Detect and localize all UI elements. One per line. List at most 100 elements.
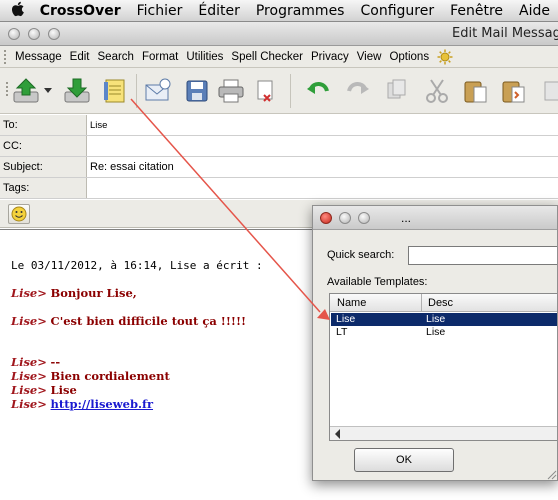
- close-window-button[interactable]: [8, 28, 20, 40]
- template-desc: Lise: [426, 313, 446, 325]
- scissors-icon: [426, 79, 448, 103]
- horizontal-scrollbar[interactable]: [330, 426, 557, 440]
- menu-spell-checker[interactable]: Spell Checker: [227, 51, 307, 63]
- template-name: Lise: [336, 313, 356, 325]
- redo-button[interactable]: [340, 74, 374, 108]
- undo-button[interactable]: [302, 74, 336, 108]
- emoticon-button[interactable]: [8, 204, 30, 224]
- quote-prefix: Lise>: [11, 397, 47, 411]
- menu-view[interactable]: View: [353, 51, 386, 63]
- to-row: To: Lise: [0, 115, 558, 136]
- clipboard-quote-icon: [502, 81, 525, 103]
- paste-quote-button[interactable]: [496, 74, 530, 108]
- template-row[interactable]: LT Lise: [331, 326, 557, 339]
- column-divider[interactable]: [421, 294, 422, 312]
- window-titlebar: Edit Mail Message: [0, 22, 558, 46]
- paste-button[interactable]: [458, 74, 492, 108]
- floppy-disk-icon: [186, 80, 208, 102]
- clipboard-icon: [464, 81, 487, 103]
- minimize-window-button[interactable]: [28, 28, 40, 40]
- resize-grip-icon: [547, 470, 557, 480]
- quick-search-label: Quick search:: [327, 249, 395, 261]
- menu-edit[interactable]: Edit: [66, 51, 94, 63]
- apple-menu-icon[interactable]: [8, 1, 28, 21]
- upload-tray-icon: [13, 78, 39, 103]
- quote-prefix: Lise>: [11, 314, 47, 328]
- menu-privacy[interactable]: Privacy: [307, 51, 353, 63]
- delete-attachment-button[interactable]: [249, 74, 283, 108]
- menu-editer[interactable]: Éditer: [190, 3, 247, 19]
- dialog-close-button[interactable]: [320, 212, 332, 224]
- signature-link[interactable]: http://liseweb.fr: [51, 397, 153, 411]
- print-button[interactable]: [214, 74, 248, 108]
- menu-grip-handle[interactable]: [4, 49, 8, 64]
- subject-field[interactable]: Re: essai citation: [90, 161, 174, 173]
- app-menu-crossover[interactable]: CrossOver: [32, 3, 129, 19]
- cut-button[interactable]: [420, 74, 454, 108]
- column-header-name[interactable]: Name: [337, 297, 366, 309]
- dialog-zoom-button[interactable]: [358, 212, 370, 224]
- templates-button[interactable]: [98, 74, 132, 108]
- quoted-line: Lise> --: [11, 355, 60, 369]
- menu-search[interactable]: Search: [94, 51, 138, 63]
- menu-options[interactable]: Options: [385, 51, 433, 63]
- scroll-left-icon: [335, 429, 340, 439]
- menu-message[interactable]: Message: [11, 51, 66, 63]
- quoted-line: Lise> Bonjour Lise,: [11, 286, 137, 300]
- app-menu-bar: Message Edit Search Format Utilities Spe…: [0, 46, 558, 68]
- column-header-desc[interactable]: Desc: [428, 297, 453, 309]
- printer-icon: [218, 79, 244, 103]
- menu-programmes[interactable]: Programmes: [248, 3, 353, 19]
- send-upload-button[interactable]: [9, 74, 43, 108]
- templates-dialog: ... Quick search: Available Templates: N…: [312, 205, 558, 481]
- envelope-clock-icon: [145, 78, 171, 101]
- template-desc: Lise: [426, 326, 446, 338]
- chevron-down-icon: [44, 88, 52, 93]
- quote-prefix: Lise>: [11, 286, 47, 300]
- menu-aide[interactable]: Aide: [511, 3, 558, 19]
- quoted-line: Lise> http://liseweb.fr: [11, 397, 153, 411]
- send-dropdown-button[interactable]: [40, 74, 56, 108]
- menu-fenetre[interactable]: Fenêtre: [442, 3, 511, 19]
- mac-menu-bar: CrossOver Fichier Éditer Programmes Conf…: [0, 0, 558, 22]
- window-title: Edit Mail Message: [452, 26, 558, 41]
- sun-icon[interactable]: [437, 49, 453, 65]
- download-tray-icon: [64, 78, 90, 103]
- subject-label: Subject:: [0, 157, 87, 177]
- page-arrow-icon: [544, 81, 558, 101]
- list-header: Name Desc: [330, 294, 557, 312]
- cc-row: CC:: [0, 136, 558, 157]
- quote-prefix: Lise>: [11, 355, 47, 369]
- tags-label: Tags:: [0, 178, 87, 198]
- ok-button[interactable]: OK: [354, 448, 454, 472]
- redo-icon: [347, 82, 369, 94]
- template-name: LT: [336, 326, 348, 338]
- undo-icon: [307, 82, 329, 94]
- receive-download-button[interactable]: [60, 74, 94, 108]
- tags-row: Tags:: [0, 178, 558, 199]
- quote-prefix: Lise>: [11, 383, 47, 397]
- more-toolbar-button[interactable]: [534, 74, 558, 108]
- quote-text: Bonjour Lise,: [50, 286, 137, 300]
- quote-text: C'est bien difficile tout ça !!!!!: [50, 314, 247, 328]
- dialog-minimize-button[interactable]: [339, 212, 351, 224]
- notepad-icon: [104, 79, 125, 103]
- cc-label: CC:: [0, 136, 87, 156]
- send-later-button[interactable]: [141, 74, 175, 108]
- quoted-line: Lise> Bien cordialement: [11, 369, 170, 383]
- quote-text: --: [50, 355, 61, 369]
- quote-prefix: Lise>: [11, 369, 47, 383]
- menu-format[interactable]: Format: [138, 51, 182, 63]
- menu-utilities[interactable]: Utilities: [182, 51, 227, 63]
- template-row[interactable]: Lise Lise: [331, 313, 557, 326]
- menu-fichier[interactable]: Fichier: [129, 3, 191, 19]
- save-draft-button[interactable]: [180, 74, 214, 108]
- menu-configurer[interactable]: Configurer: [352, 3, 442, 19]
- copy-disabled-button[interactable]: [380, 74, 414, 108]
- quote-text: Bien cordialement: [50, 369, 170, 383]
- page-delete-icon: [257, 80, 273, 102]
- quick-search-input[interactable]: [408, 246, 557, 265]
- templates-list[interactable]: Name Desc Lise Lise LT Lise: [329, 293, 557, 441]
- zoom-window-button[interactable]: [48, 28, 60, 40]
- to-field[interactable]: Lise: [90, 120, 107, 131]
